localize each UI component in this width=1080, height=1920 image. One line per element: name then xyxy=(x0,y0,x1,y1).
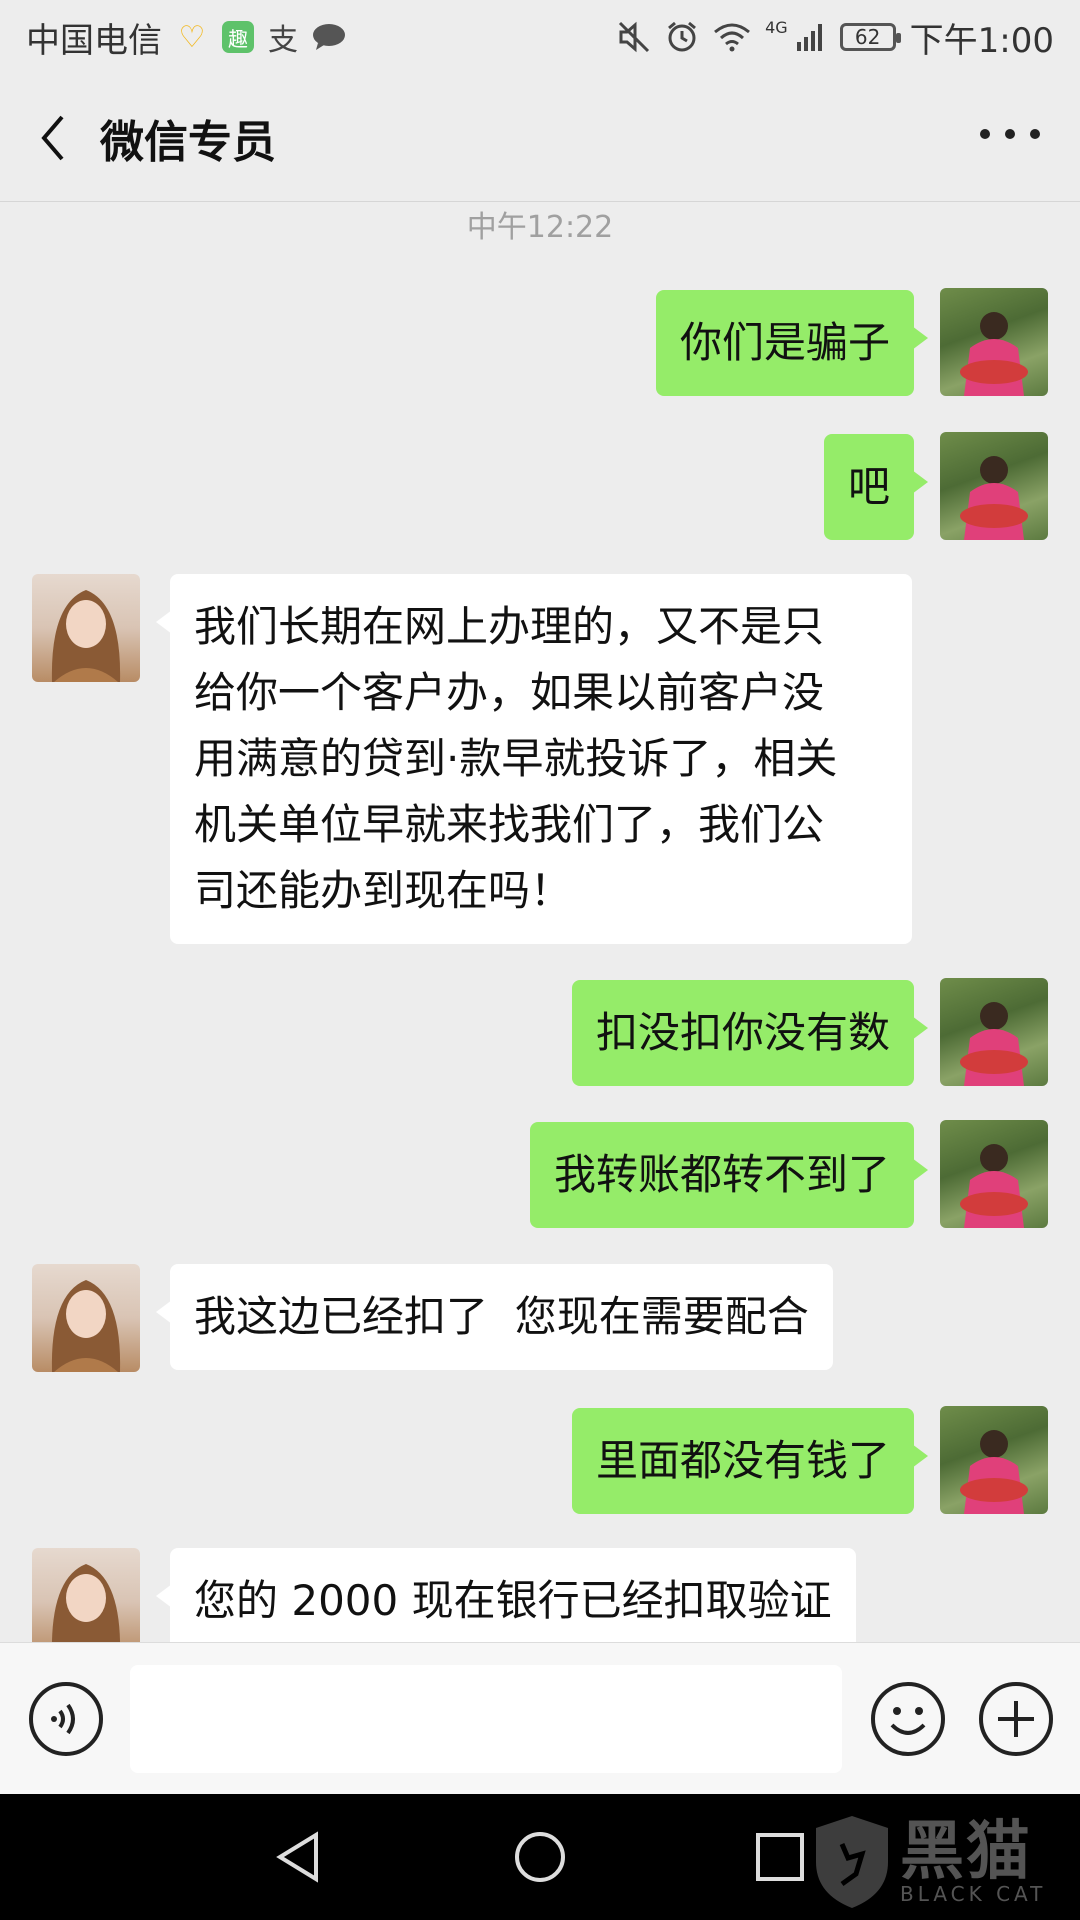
chat-title: 微信专员 xyxy=(100,116,276,168)
nav-recent-button[interactable] xyxy=(752,1829,808,1885)
message-bubble-sent[interactable]: 吧 xyxy=(823,434,929,540)
cat-shield-icon xyxy=(816,1816,888,1908)
status-time: 下午1:00 xyxy=(909,20,1054,61)
status-left: 中国电信 ♡ 趣 支 xyxy=(26,13,346,62)
system-nav-bar: 黑猫 BLACK CAT xyxy=(0,1794,1080,1920)
avatar[interactable] xyxy=(940,288,1048,396)
message-row: 吧 xyxy=(0,432,1080,542)
nav-recent-icon xyxy=(756,1833,804,1881)
message-row: 扣没扣你没有数 xyxy=(0,978,1080,1088)
emoji-icon xyxy=(871,1682,945,1756)
battery-icon: 62 xyxy=(839,23,901,51)
back-button[interactable] xyxy=(0,74,100,201)
message-row: 我这边已经扣了 您现在需要配合 xyxy=(0,1264,1080,1374)
status-right: 4G 62 下午1:00 xyxy=(617,13,1054,62)
input-bar xyxy=(0,1642,1080,1794)
nav-home-icon xyxy=(515,1832,565,1882)
wifi-icon xyxy=(713,22,751,52)
avatar[interactable] xyxy=(940,432,1048,540)
avatar[interactable] xyxy=(940,978,1048,1086)
voice-button[interactable] xyxy=(28,1681,104,1757)
message-row: 你们是骗子 xyxy=(0,288,1080,398)
message-bubble-sent[interactable]: 里面都没有钱了 xyxy=(571,1408,929,1514)
nav-back-icon xyxy=(276,1831,318,1883)
network-label: 4G xyxy=(765,17,788,37)
signal-icon xyxy=(796,22,826,52)
heart-icon: ♡ xyxy=(178,19,206,55)
pay-icon: 支 xyxy=(268,23,298,58)
avatar[interactable] xyxy=(32,574,140,682)
watermark-subtext: BLACK CAT xyxy=(900,1882,1047,1906)
plus-icon xyxy=(979,1682,1053,1756)
message-bubble-received[interactable]: 您的 2000 现在银行已经扣取验证 xyxy=(156,1548,856,1642)
avatar[interactable] xyxy=(32,1264,140,1372)
message-bubble-received[interactable]: 我这边已经扣了 您现在需要配合 xyxy=(156,1264,833,1370)
message-timestamp: 中午12:22 xyxy=(466,210,614,245)
nav-back-button[interactable] xyxy=(272,1829,328,1885)
chevron-left-icon xyxy=(41,115,64,160)
chat-area[interactable]: 中午12:22 你们是骗子 吧 我们长期在网上办理的，又不是只 给你一个客户办，… xyxy=(0,202,1080,1642)
message-input[interactable] xyxy=(130,1665,842,1773)
more-dots-icon xyxy=(980,129,990,139)
message-row: 我转账都转不到了 xyxy=(0,1120,1080,1230)
mute-icon xyxy=(617,20,651,54)
avatar[interactable] xyxy=(32,1548,140,1642)
voice-icon xyxy=(29,1682,103,1756)
wechat-chat-screen: 中国电信 ♡ 趣 支 4G 62 下午1:00 微信专员 中午12:22 你们是… xyxy=(0,0,1080,1920)
battery-level: 62 xyxy=(854,25,881,49)
message-bubble-sent[interactable]: 我转账都转不到了 xyxy=(529,1122,929,1228)
app-icon: 趣 xyxy=(222,21,254,53)
plus-button[interactable] xyxy=(978,1681,1054,1757)
message-bubble-sent[interactable]: 你们是骗子 xyxy=(655,290,929,396)
status-bar: 中国电信 ♡ 趣 支 4G 62 下午1:00 xyxy=(0,0,1080,74)
chat-header: 微信专员 xyxy=(0,74,1080,202)
message-row: 我们长期在网上办理的，又不是只 给你一个客户办，如果以前客户没 用满意的贷到·款… xyxy=(0,574,1080,954)
chat-icon xyxy=(312,23,346,51)
message-bubble-received[interactable]: 我们长期在网上办理的，又不是只 给你一个客户办，如果以前客户没 用满意的贷到·款… xyxy=(156,574,912,944)
message-bubble-sent[interactable]: 扣没扣你没有数 xyxy=(571,980,929,1086)
emoji-button[interactable] xyxy=(870,1681,946,1757)
more-button[interactable] xyxy=(980,114,1040,154)
alarm-icon xyxy=(665,20,699,54)
watermark-text: 黑猫 xyxy=(900,1815,1032,1889)
message-row: 您的 2000 现在银行已经扣取验证 xyxy=(0,1548,1080,1642)
avatar[interactable] xyxy=(940,1120,1048,1228)
message-row: 里面都没有钱了 xyxy=(0,1406,1080,1516)
nav-home-button[interactable] xyxy=(512,1829,568,1885)
carrier-label: 中国电信 xyxy=(26,20,162,61)
avatar[interactable] xyxy=(940,1406,1048,1514)
watermark: 黑猫 BLACK CAT xyxy=(812,1812,1072,1912)
